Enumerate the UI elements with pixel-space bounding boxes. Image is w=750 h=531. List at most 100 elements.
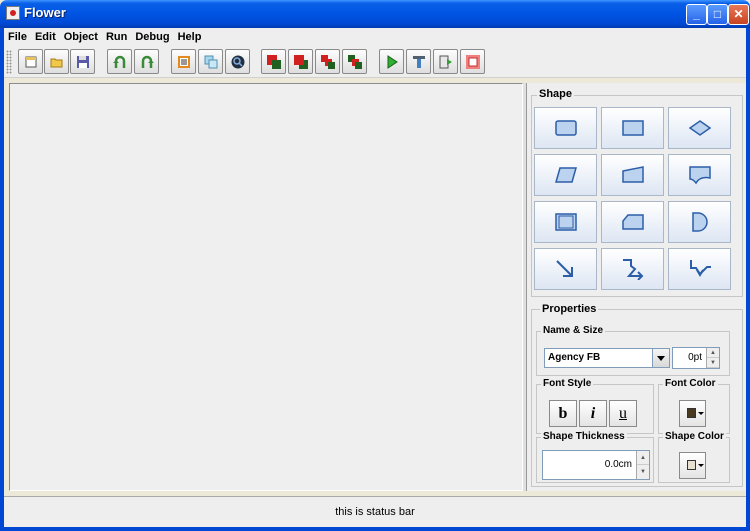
window-frame-bottom [0,527,750,531]
shape-thickness-label: Shape Thickness [541,431,627,442]
step-button[interactable] [433,49,458,74]
shape-connector-right-button[interactable] [601,248,664,290]
font-size-spinner-arrows[interactable]: ▲ ▼ [706,348,719,368]
maximize-button[interactable]: □ [707,4,728,25]
window-frame-left [0,28,4,531]
layer-up-button[interactable] [315,49,340,74]
run-button[interactable] [379,49,404,74]
debug-button[interactable] [406,49,431,74]
undo-icon [113,55,126,68]
menu-bar: File Edit Object Run Debug Help [4,28,746,46]
copy-button[interactable] [198,49,223,74]
font-color-swatch-icon [687,408,696,418]
stop-button[interactable] [460,49,485,74]
underline-button[interactable]: u [609,400,637,427]
combo-arrow-icon[interactable] [652,349,669,367]
debug-icon [413,56,425,68]
font-style-group: Font Style b i u [536,378,654,434]
bring-front-icon [267,55,281,69]
send-back-button[interactable] [288,49,313,74]
shape-thickness-spinner[interactable]: 0.0cm ▲ ▼ [542,450,650,480]
zoom-button[interactable] [225,49,250,74]
open-folder-icon [50,58,63,68]
shape-rectangle-button[interactable] [534,107,597,149]
save-button[interactable] [70,49,95,74]
properties-group: Properties Name & Size Agency FB 0pt ▲ ▼… [531,303,743,487]
shape-manual-input-button[interactable] [601,154,664,196]
shape-group-title: Shape [537,88,575,100]
layer-up-icon [321,55,335,69]
status-bar: this is status bar [4,496,746,527]
parallelogram-shape-icon [555,167,577,183]
font-color-group: Font Color [658,378,730,434]
shape-thickness-group: Shape Thickness 0.0cm ▲ ▼ [536,431,654,483]
dropdown-arrow-icon [698,412,704,415]
drawing-canvas[interactable] [9,83,523,491]
shape-color-button[interactable] [679,452,706,479]
right-panel: Shape Properties Name & Size Agency FB 0… [526,83,746,491]
layer-down-button[interactable] [342,49,367,74]
connector-right-icon [623,259,644,280]
new-file-button[interactable] [18,49,43,74]
subroutine-shape-icon [555,213,577,231]
step-icon [439,55,452,69]
shape-parallelogram-button[interactable] [534,154,597,196]
redo-icon [141,55,154,68]
run-icon [387,55,398,69]
window-title: Flower [24,5,66,20]
close-button[interactable]: ✕ [728,4,749,25]
minimize-button[interactable]: _ [686,4,707,25]
status-text: this is status bar [335,506,415,518]
shape-color-swatch-icon [687,460,696,470]
notes-icon [178,56,190,68]
shape-card-button[interactable] [601,201,664,243]
dropdown-arrow-icon [698,464,704,467]
save-icon [77,56,89,68]
spinner-up-icon[interactable]: ▲ [707,348,719,358]
shape-group: Shape [531,88,743,297]
spinner-down-icon[interactable]: ▼ [707,358,719,368]
menu-run[interactable]: Run [102,28,131,46]
manual-input-shape-icon [622,166,644,183]
italic-button[interactable]: i [579,400,607,427]
menu-edit[interactable]: Edit [31,28,60,46]
shape-subroutine-button[interactable] [534,201,597,243]
shape-color-label: Shape Color [663,431,726,442]
undo-button[interactable] [107,49,132,74]
bring-front-button[interactable] [261,49,286,74]
font-color-button[interactable] [679,400,706,427]
shape-connector-down-button[interactable] [668,248,731,290]
spinner-down-icon[interactable]: ▼ [637,465,649,479]
redo-button[interactable] [134,49,159,74]
shape-document-button[interactable] [668,154,731,196]
bold-button[interactable]: b [549,400,577,427]
name-size-group: Name & Size Agency FB 0pt ▲ ▼ [536,325,730,376]
font-name-combo[interactable]: Agency FB [544,348,670,368]
thickness-spinner-arrows[interactable]: ▲ ▼ [636,451,649,479]
rectangle-shape-icon [555,120,577,136]
notes-button[interactable] [171,49,196,74]
shape-color-group: Shape Color [658,431,730,483]
stop-icon [466,55,480,69]
name-size-label: Name & Size [541,325,606,336]
shape-diamond-button[interactable] [668,107,731,149]
font-size-value: 0pt [688,352,702,363]
zoom-icon [231,55,245,69]
menu-file[interactable]: File [4,28,31,46]
menu-debug[interactable]: Debug [131,28,173,46]
font-style-label: Font Style [541,378,594,389]
diamond-shape-icon [688,120,712,136]
arrow-down-right-icon [556,260,573,277]
open-button[interactable] [44,49,69,74]
menu-help[interactable]: Help [174,28,206,46]
menu-object[interactable]: Object [60,28,102,46]
spinner-up-icon[interactable]: ▲ [637,451,649,465]
font-size-spinner[interactable]: 0pt ▲ ▼ [672,347,720,369]
properties-title: Properties [540,303,599,315]
shape-arrow-down-right-button[interactable] [534,248,597,290]
layer-down-icon [348,55,362,69]
shape-rounded-rectangle-button[interactable] [601,107,664,149]
shape-delay-button[interactable] [668,201,731,243]
toolbar-grip[interactable] [6,50,12,74]
toolbar [4,46,746,78]
